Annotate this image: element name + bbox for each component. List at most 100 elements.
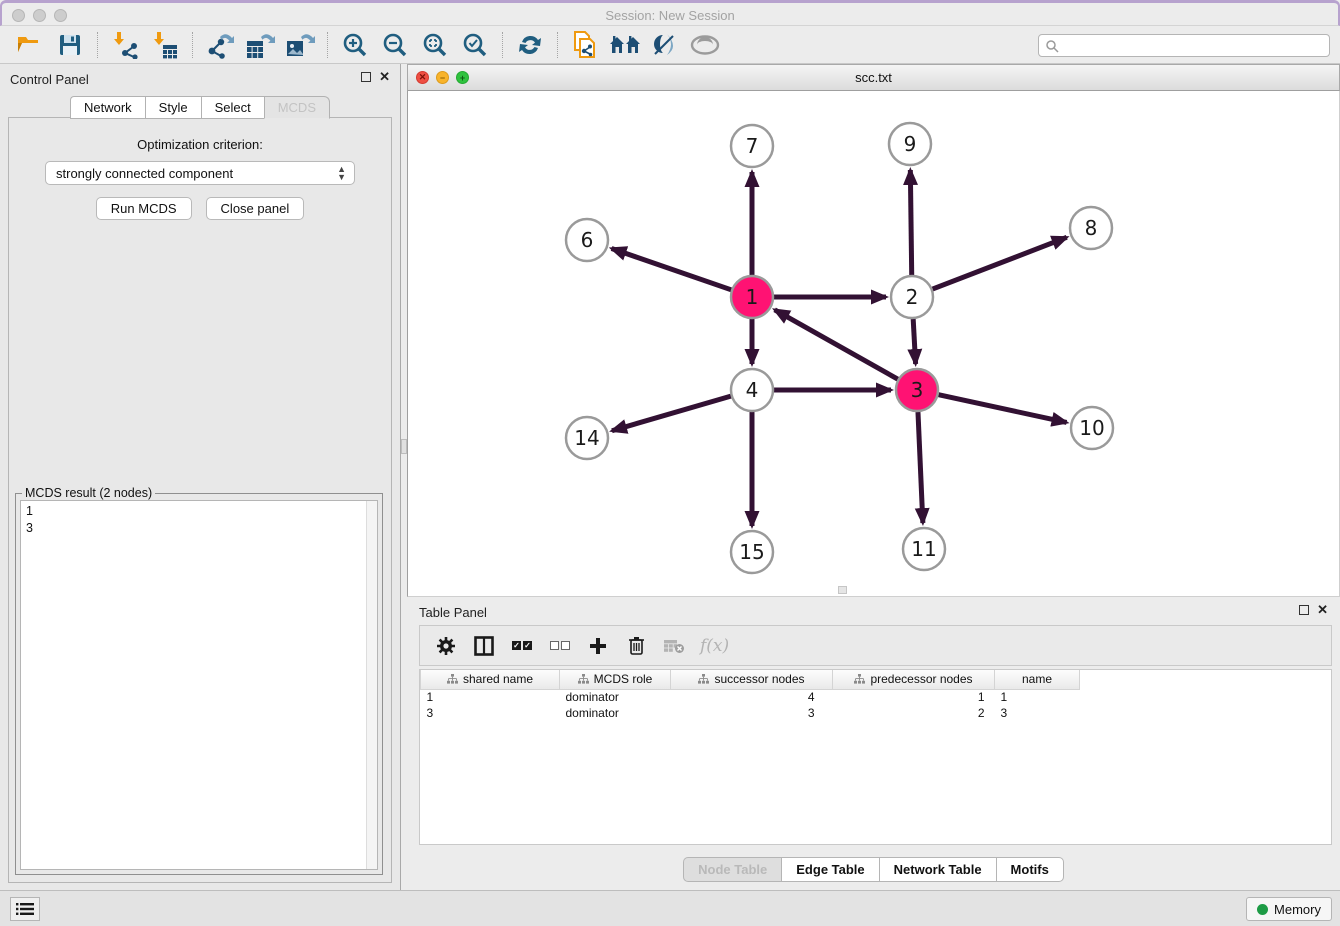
graph-edge-2-9[interactable] bbox=[910, 170, 911, 275]
export-image-icon[interactable] bbox=[280, 29, 320, 61]
run-mcds-button[interactable]: Run MCDS bbox=[96, 197, 192, 220]
export-table-icon[interactable] bbox=[240, 29, 280, 61]
tab-style[interactable]: Style bbox=[145, 96, 201, 119]
graph-node-label: 2 bbox=[906, 285, 919, 309]
table-mode-gear-icon[interactable] bbox=[434, 632, 458, 660]
create-column-icon[interactable] bbox=[586, 632, 610, 660]
open-session-icon[interactable] bbox=[10, 29, 50, 61]
float-panel-icon[interactable] bbox=[361, 72, 371, 82]
export-network-icon[interactable] bbox=[200, 29, 240, 61]
tab-network[interactable]: Network bbox=[70, 96, 145, 119]
network-view-window: ✕ − + scc.txt 1234678910111415 bbox=[407, 64, 1340, 597]
close-panel-icon[interactable]: ✕ bbox=[379, 72, 390, 82]
mcds-result-list[interactable]: 13 bbox=[20, 500, 378, 870]
delete-columns-icon[interactable] bbox=[624, 632, 648, 660]
graph-edge-1-6[interactable] bbox=[612, 248, 732, 289]
column-header[interactable]: MCDS role bbox=[560, 670, 671, 689]
split-pane-handle[interactable] bbox=[401, 439, 407, 454]
control-panel: Control Panel ✕ Network Style Select MCD… bbox=[0, 64, 401, 890]
toolbar-separator bbox=[502, 32, 503, 58]
search-input[interactable] bbox=[1059, 35, 1329, 56]
show-graphics-details-icon[interactable] bbox=[685, 29, 725, 61]
memory-status-icon bbox=[1257, 904, 1268, 915]
table-cell[interactable]: dominator bbox=[560, 689, 671, 705]
close-panel-button[interactable]: Close panel bbox=[206, 197, 305, 220]
tab-motifs[interactable]: Motifs bbox=[996, 857, 1064, 882]
import-network-icon[interactable] bbox=[105, 29, 145, 61]
search-box bbox=[1038, 34, 1330, 57]
column-header[interactable]: shared name bbox=[421, 670, 560, 689]
table-cell[interactable]: 1 bbox=[995, 689, 1080, 705]
zoom-out-icon[interactable] bbox=[375, 29, 415, 61]
float-table-panel-icon[interactable] bbox=[1299, 605, 1309, 615]
show-columns-icon[interactable] bbox=[472, 632, 496, 660]
optimization-criterion-select[interactable]: strongly connected component ▲▼ bbox=[45, 161, 355, 185]
network-window-title: scc.txt bbox=[408, 70, 1339, 85]
tab-edge-table[interactable]: Edge Table bbox=[781, 857, 878, 882]
tab-network-table[interactable]: Network Table bbox=[879, 857, 996, 882]
tab-mcds[interactable]: MCDS bbox=[264, 96, 330, 119]
tab-node-table[interactable]: Node Table bbox=[683, 857, 781, 882]
zoom-selected-icon[interactable] bbox=[455, 29, 495, 61]
optimization-criterion-value: strongly connected component bbox=[56, 166, 233, 181]
graph-edge-3-1[interactable] bbox=[775, 310, 898, 379]
graph-node-label: 11 bbox=[911, 537, 936, 561]
table-cell[interactable]: dominator bbox=[560, 705, 671, 721]
table-cell[interactable]: 3 bbox=[421, 705, 560, 721]
graph-node-label: 10 bbox=[1079, 416, 1104, 440]
table-cell[interactable]: 1 bbox=[421, 689, 560, 705]
graph-edge-2-3[interactable] bbox=[913, 319, 915, 364]
apply-layout-icon[interactable] bbox=[510, 29, 550, 61]
status-bar: Memory bbox=[0, 890, 1340, 926]
nested-network-home-icon[interactable] bbox=[605, 29, 645, 61]
column-header[interactable]: name bbox=[995, 670, 1080, 689]
result-item[interactable]: 1 bbox=[26, 503, 377, 520]
network-graph[interactable]: 1234678910111415 bbox=[408, 91, 1339, 596]
hide-graphics-details-icon[interactable] bbox=[645, 29, 685, 61]
tree-icon bbox=[447, 674, 458, 684]
optimization-criterion-label: Optimization criterion: bbox=[9, 137, 391, 152]
result-item[interactable]: 3 bbox=[26, 520, 377, 537]
clear-selection-checks-icon[interactable] bbox=[548, 632, 572, 660]
window-title: Session: New Session bbox=[2, 8, 1338, 23]
graph-node-label: 6 bbox=[581, 228, 594, 252]
toolbar-separator bbox=[327, 32, 328, 58]
main-toolbar bbox=[0, 27, 1340, 64]
graph-edge-3-10[interactable] bbox=[938, 395, 1066, 423]
table-cell[interactable]: 4 bbox=[671, 689, 833, 705]
import-table-icon[interactable] bbox=[145, 29, 185, 61]
graph-node-label: 8 bbox=[1085, 216, 1098, 240]
window-titlebar: Session: New Session bbox=[0, 0, 1340, 26]
toolbar-separator bbox=[97, 32, 98, 58]
table-cell[interactable]: 3 bbox=[671, 705, 833, 721]
zoom-in-icon[interactable] bbox=[335, 29, 375, 61]
column-header[interactable]: predecessor nodes bbox=[833, 670, 995, 689]
select-stepper-icon: ▲▼ bbox=[337, 165, 346, 181]
save-session-icon[interactable] bbox=[50, 29, 90, 61]
network-window-titlebar[interactable]: ✕ − + scc.txt bbox=[407, 64, 1340, 91]
clone-network-icon[interactable] bbox=[565, 29, 605, 61]
search-icon bbox=[1045, 39, 1059, 53]
graph-edge-4-14[interactable] bbox=[612, 396, 731, 431]
network-canvas[interactable]: 1234678910111415 bbox=[407, 91, 1340, 597]
show-log-button[interactable] bbox=[10, 897, 40, 921]
zoom-fit-icon[interactable] bbox=[415, 29, 455, 61]
select-all-checks-icon[interactable]: ✓✓ bbox=[510, 632, 534, 660]
canvas-resize-handle[interactable] bbox=[838, 586, 847, 594]
toolbar-separator bbox=[557, 32, 558, 58]
column-header[interactable]: successor nodes bbox=[671, 670, 833, 689]
memory-button[interactable]: Memory bbox=[1246, 897, 1332, 921]
close-table-panel-icon[interactable]: ✕ bbox=[1317, 605, 1328, 615]
node-table: shared nameMCDS rolesuccessor nodesprede… bbox=[419, 669, 1332, 845]
result-scrollbar[interactable] bbox=[366, 501, 377, 869]
table-cell[interactable]: 1 bbox=[833, 689, 995, 705]
graph-edge-2-8[interactable] bbox=[933, 237, 1067, 289]
table-cell[interactable]: 3 bbox=[995, 705, 1080, 721]
memory-label: Memory bbox=[1274, 902, 1321, 917]
table-cell[interactable]: 2 bbox=[833, 705, 995, 721]
node-table-body: 1dominator4113dominator323 bbox=[421, 689, 1080, 721]
mcds-tab-content: Optimization criterion: strongly connect… bbox=[8, 117, 392, 883]
tab-select[interactable]: Select bbox=[201, 96, 264, 119]
graph-edge-3-11[interactable] bbox=[918, 412, 923, 523]
control-panel-title: Control Panel bbox=[10, 72, 89, 87]
